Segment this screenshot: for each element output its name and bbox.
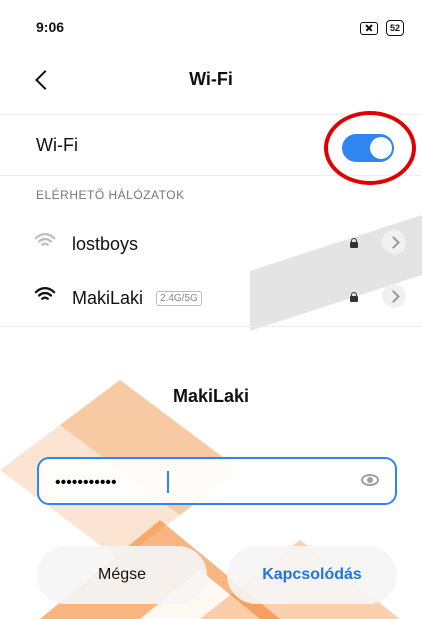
eye-icon[interactable] (361, 474, 379, 486)
battery-icon: 52 (385, 20, 404, 36)
password-input[interactable] (53, 471, 357, 495)
text-caret (167, 471, 169, 493)
wifi-toggle-row[interactable]: Wi-Fi (0, 111, 422, 185)
lock-icon (350, 238, 358, 248)
network-item[interactable]: lostboys (0, 218, 422, 272)
network-name: lostboys (72, 234, 139, 254)
page-title: Wi-Fi (189, 69, 233, 89)
toggle-knob (370, 137, 392, 159)
cancel-button[interactable]: Mégse (37, 546, 207, 604)
wifi-toggle[interactable] (324, 111, 416, 185)
band-badge: 2.4G/5G (156, 291, 202, 306)
dialog-title: MakiLaki (172, 386, 250, 406)
status-icons: 52 (359, 20, 404, 36)
status-time: 9:06 (36, 19, 65, 35)
network-item[interactable]: MakiLaki 2.4G/5G (0, 272, 422, 327)
wifi-toggle-label: Wi-Fi (36, 135, 78, 155)
lock-icon (350, 292, 358, 302)
top-app-bar: Wi-Fi (0, 56, 422, 104)
wifi-icon (34, 286, 56, 300)
status-bar: 9:06 52 (0, 0, 422, 56)
password-field[interactable] (37, 457, 397, 505)
wifi-icon (34, 232, 56, 246)
connect-button[interactable]: Kapcsolódás (227, 546, 397, 604)
available-networks-title: ELÉRHETŐ HÁLÓZATOK (36, 188, 185, 202)
chevron-right-icon[interactable] (382, 284, 406, 308)
chevron-right-icon[interactable] (382, 230, 406, 254)
sim-off-icon (359, 21, 378, 35)
network-name: MakiLaki (72, 288, 144, 308)
